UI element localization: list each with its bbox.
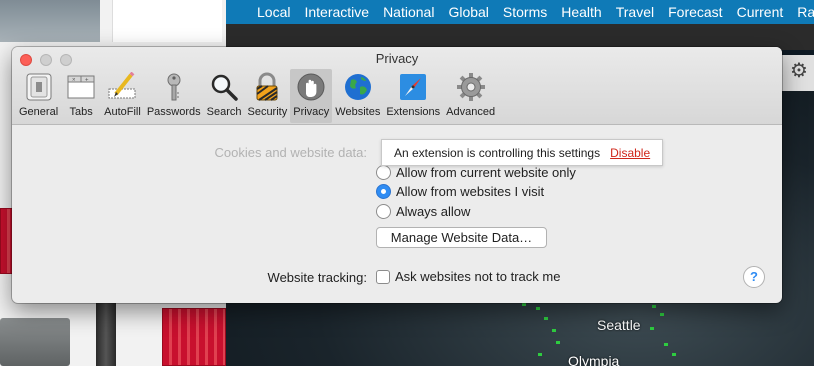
cookies-label: Cookies and website data: (214, 145, 367, 160)
radio-label: Allow from current website only (396, 164, 576, 180)
nav-link-radar[interactable]: Rad (797, 4, 814, 20)
nav-link-storms[interactable]: Storms (503, 4, 547, 20)
nav-link-interactive[interactable]: Interactive (304, 4, 369, 20)
tab-tabs[interactable]: × + Tabs (61, 69, 101, 123)
tab-general-label: General (19, 106, 59, 118)
do-not-track-option[interactable]: Ask websites not to track me (376, 269, 560, 284)
website-tracking-label: Website tracking: (267, 270, 367, 285)
tab-extensions[interactable]: Extensions (383, 69, 443, 123)
radar-echo (538, 353, 542, 356)
tab-autofill-label: AutoFill (104, 106, 141, 118)
window-titlebar: Privacy General × + Tabs AutoFill Passwo… (12, 47, 782, 125)
radar-echo (664, 343, 668, 346)
svg-text:×: × (72, 78, 76, 84)
do-not-track-label: Ask websites not to track me (395, 269, 561, 284)
tab-advanced[interactable]: Advanced (443, 69, 498, 123)
disable-extension-link[interactable]: Disable (610, 146, 650, 160)
do-not-track-checkbox[interactable] (376, 269, 390, 284)
window-title: Privacy (375, 51, 419, 66)
globe-icon (341, 70, 375, 104)
hand-icon (294, 70, 328, 104)
radio-label: Allow from websites I visit (396, 183, 545, 199)
manage-website-data-button[interactable]: Manage Website Data… (376, 227, 547, 248)
tab-websites-label: Websites (335, 106, 381, 118)
radio-label: Always allow (396, 203, 471, 219)
tab-search-label: Search (206, 106, 242, 118)
tab-extensions-label: Extensions (386, 106, 441, 118)
radar-echo (652, 305, 656, 308)
tab-security-label: Security (247, 106, 288, 118)
tab-autofill[interactable]: AutoFill (101, 69, 144, 123)
preferences-toolbar: General × + Tabs AutoFill Passwords Sear… (16, 69, 498, 123)
nav-link-local[interactable]: Local (257, 4, 290, 20)
radar-echo (544, 317, 548, 320)
tab-privacy[interactable]: Privacy (290, 69, 333, 123)
tab-privacy-label: Privacy (293, 106, 330, 118)
tab-passwords-label: Passwords (146, 106, 201, 118)
background-panel (112, 0, 222, 42)
radar-echo (522, 303, 526, 306)
grey-tray-image (0, 318, 70, 366)
tabs-window-icon: × + (64, 70, 98, 104)
magnifier-icon (207, 70, 241, 104)
radio-button[interactable] (376, 203, 391, 219)
padlock-icon (250, 70, 284, 104)
extension-control-notice: An extension is controlling this setting… (381, 139, 663, 166)
svg-text:+: + (85, 78, 89, 84)
nav-link-health[interactable]: Health (561, 4, 601, 20)
compass-icon (396, 70, 430, 104)
tab-advanced-label: Advanced (446, 106, 496, 118)
gear-icon (454, 70, 488, 104)
preferences-window: Privacy General × + Tabs AutoFill Passwo… (12, 47, 782, 303)
nav-link-national[interactable]: National (383, 4, 434, 20)
map-label-seattle: Seattle (597, 317, 641, 333)
tab-websites[interactable]: Websites (332, 69, 383, 123)
general-switch-icon (22, 70, 56, 104)
tab-search[interactable]: Search (204, 69, 245, 123)
red-crate-image (162, 308, 226, 366)
stand-image (96, 300, 116, 366)
radar-echo (672, 353, 676, 356)
tab-general[interactable]: General (16, 69, 61, 123)
weather-nav-bar: Local Interactive National Global Storms… (226, 0, 814, 24)
pencil-form-icon (105, 70, 139, 104)
nav-link-forecast[interactable]: Forecast (668, 4, 722, 20)
extension-notice-message: An extension is controlling this setting… (394, 145, 601, 160)
map-settings-gear-icon[interactable]: ⚙ (788, 60, 810, 82)
nav-link-travel[interactable]: Travel (616, 4, 654, 20)
radar-echo (536, 307, 540, 310)
help-button[interactable]: ? (743, 266, 765, 288)
radar-echo (660, 313, 664, 316)
radio-allow-visited-websites[interactable]: Allow from websites I visit (376, 182, 544, 200)
background-photo (0, 0, 100, 42)
radar-echo (556, 341, 560, 344)
radio-always-allow[interactable]: Always allow (376, 202, 470, 220)
radio-button-selected[interactable] (376, 183, 391, 199)
radar-echo (552, 329, 556, 332)
map-label-olympia: Olympia (568, 353, 620, 366)
nav-link-global[interactable]: Global (448, 4, 488, 20)
nav-link-current[interactable]: Current (737, 4, 784, 20)
radio-button[interactable] (376, 164, 391, 180)
tab-tabs-label: Tabs (69, 106, 93, 118)
tab-passwords[interactable]: Passwords (144, 69, 204, 123)
radar-echo (650, 327, 654, 330)
tab-security[interactable]: Security (244, 69, 290, 123)
key-icon (157, 70, 191, 104)
